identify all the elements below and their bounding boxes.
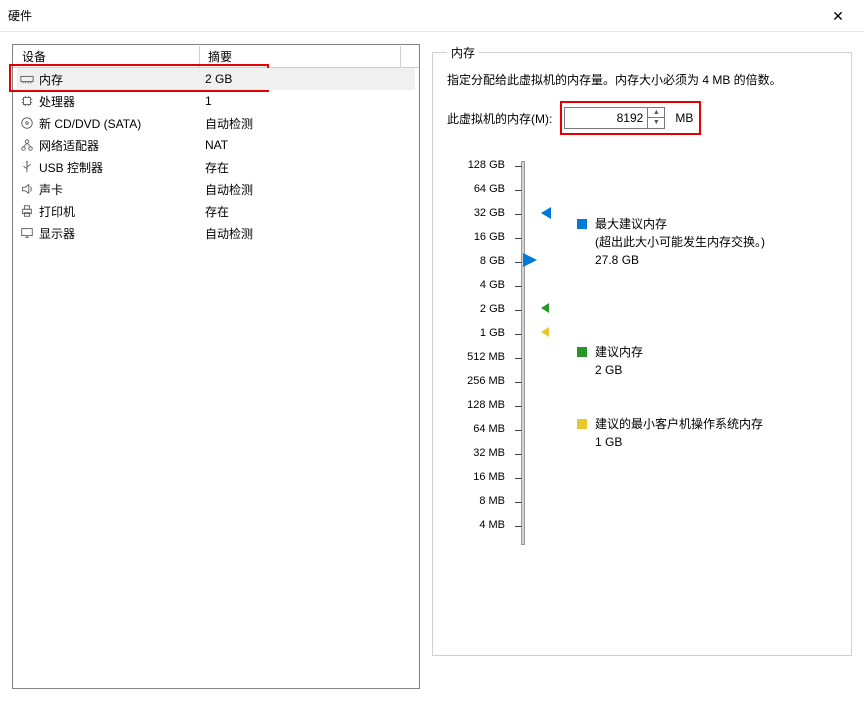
slider-tick-label: 512 MB bbox=[447, 345, 505, 369]
memory-icon bbox=[19, 71, 35, 87]
marker-rec-icon bbox=[541, 303, 549, 313]
slider-tick-label: 128 GB bbox=[447, 153, 505, 177]
marker-max-icon bbox=[541, 207, 551, 219]
device-name: USB 控制器 bbox=[39, 159, 199, 176]
highlight-box-memory-input: ▲ ▼ MB bbox=[560, 101, 701, 135]
memory-input[interactable] bbox=[565, 108, 647, 128]
device-name: 新 CD/DVD (SATA) bbox=[39, 115, 199, 132]
memory-input-row: 此虚拟机的内存(M): ▲ ▼ MB bbox=[447, 101, 837, 135]
content-pane: 设备 摘要 内存 2 GB 处理器 1 bbox=[0, 32, 864, 701]
slider-tick-labels: 128 GB64 GB32 GB16 GB8 GB4 GB2 GB1 GB512… bbox=[447, 153, 505, 545]
slider-tick-label: 256 MB bbox=[447, 369, 505, 393]
slider-tick-label: 4 GB bbox=[447, 273, 505, 297]
window-title: 硬件 bbox=[8, 7, 32, 24]
slider-tick-label: 32 GB bbox=[447, 201, 505, 225]
device-row-network[interactable]: 网络适配器 NAT bbox=[17, 134, 415, 156]
slider-tick-label: 16 MB bbox=[447, 465, 505, 489]
legend-min-text: 建议的最小客户机操作系统内存 1 GB bbox=[595, 415, 763, 451]
legend-square-blue-icon bbox=[577, 219, 587, 229]
memory-fieldset: 内存 指定分配给此虚拟机的内存量。内存大小必须为 4 MB 的倍数。 此虚拟机的… bbox=[432, 44, 852, 656]
memory-slider-area: 128 GB64 GB32 GB16 GB8 GB4 GB2 GB1 GB512… bbox=[447, 153, 837, 545]
device-summary: 1 bbox=[199, 94, 415, 108]
device-row-usb[interactable]: USB 控制器 存在 bbox=[17, 156, 415, 178]
slider-tick-label: 32 MB bbox=[447, 441, 505, 465]
slider-tick-label: 64 GB bbox=[447, 177, 505, 201]
cd-icon bbox=[19, 115, 35, 131]
legend-rec-text: 建议内存 2 GB bbox=[595, 343, 643, 379]
spinner-up-button[interactable]: ▲ bbox=[648, 108, 664, 118]
header-summary[interactable]: 摘要 bbox=[200, 46, 401, 67]
device-table-header: 设备 摘要 bbox=[13, 46, 419, 68]
device-summary: 自动检测 bbox=[199, 181, 415, 198]
slider-tick-label: 128 MB bbox=[447, 393, 505, 417]
legend-square-green-icon bbox=[577, 347, 587, 357]
printer-icon bbox=[19, 203, 35, 219]
usb-icon bbox=[19, 159, 35, 175]
device-name: 打印机 bbox=[39, 203, 199, 220]
device-name: 声卡 bbox=[39, 181, 199, 198]
device-name: 内存 bbox=[39, 71, 199, 88]
slider-tick-label: 1 GB bbox=[447, 321, 505, 345]
device-row-display[interactable]: 显示器 自动检测 bbox=[17, 222, 415, 244]
memory-spinner[interactable]: ▲ ▼ bbox=[564, 107, 665, 129]
device-row-cddvd[interactable]: 新 CD/DVD (SATA) 自动检测 bbox=[17, 112, 415, 134]
sound-icon bbox=[19, 181, 35, 197]
memory-description: 指定分配给此虚拟机的内存量。内存大小必须为 4 MB 的倍数。 bbox=[447, 71, 837, 89]
legend-square-yellow-icon bbox=[577, 419, 587, 429]
device-row-sound[interactable]: 声卡 自动检测 bbox=[17, 178, 415, 200]
device-summary: 存在 bbox=[199, 203, 415, 220]
slider-tick-label: 64 MB bbox=[447, 417, 505, 441]
device-row-memory[interactable]: 内存 2 GB bbox=[17, 68, 415, 90]
device-summary: 自动检测 bbox=[199, 225, 415, 242]
close-button[interactable]: ✕ bbox=[820, 2, 856, 30]
device-summary: 2 GB bbox=[199, 72, 415, 86]
slider-tick-label: 2 GB bbox=[447, 297, 505, 321]
slider-tick-label: 4 MB bbox=[447, 513, 505, 537]
device-row-printer[interactable]: 打印机 存在 bbox=[17, 200, 415, 222]
device-name: 处理器 bbox=[39, 93, 199, 110]
titlebar: 硬件 ✕ bbox=[0, 0, 864, 32]
header-device[interactable]: 设备 bbox=[18, 46, 200, 67]
device-summary: NAT bbox=[199, 138, 415, 152]
device-summary: 自动检测 bbox=[199, 115, 415, 132]
marker-min-icon bbox=[541, 327, 549, 337]
device-name: 显示器 bbox=[39, 225, 199, 242]
legend-max-text: 最大建议内存 (超出此大小可能发生内存交换。) 27.8 GB bbox=[595, 215, 765, 269]
memory-legend: 内存 bbox=[447, 44, 479, 61]
memory-slider[interactable] bbox=[521, 161, 525, 545]
memory-settings-panel: 内存 指定分配给此虚拟机的内存量。内存大小必须为 4 MB 的倍数。 此虚拟机的… bbox=[432, 44, 852, 689]
slider-track-wrap bbox=[505, 153, 541, 545]
memory-input-label: 此虚拟机的内存(M): bbox=[447, 110, 552, 127]
device-row-cpu[interactable]: 处理器 1 bbox=[17, 90, 415, 112]
slider-tick-label: 16 GB bbox=[447, 225, 505, 249]
device-list-panel: 设备 摘要 内存 2 GB 处理器 1 bbox=[12, 44, 420, 689]
device-name: 网络适配器 bbox=[39, 137, 199, 154]
slider-thumb-icon[interactable] bbox=[523, 253, 537, 267]
slider-tick-label: 8 MB bbox=[447, 489, 505, 513]
network-icon bbox=[19, 137, 35, 153]
spinner-down-button[interactable]: ▼ bbox=[648, 118, 664, 128]
memory-unit: MB bbox=[675, 111, 693, 125]
cpu-icon bbox=[19, 93, 35, 109]
slider-tick-label: 8 GB bbox=[447, 249, 505, 273]
device-summary: 存在 bbox=[199, 159, 415, 176]
display-icon bbox=[19, 225, 35, 241]
device-rows: 内存 2 GB 处理器 1 新 CD/DVD (SATA) 自动检测 bbox=[13, 68, 419, 244]
